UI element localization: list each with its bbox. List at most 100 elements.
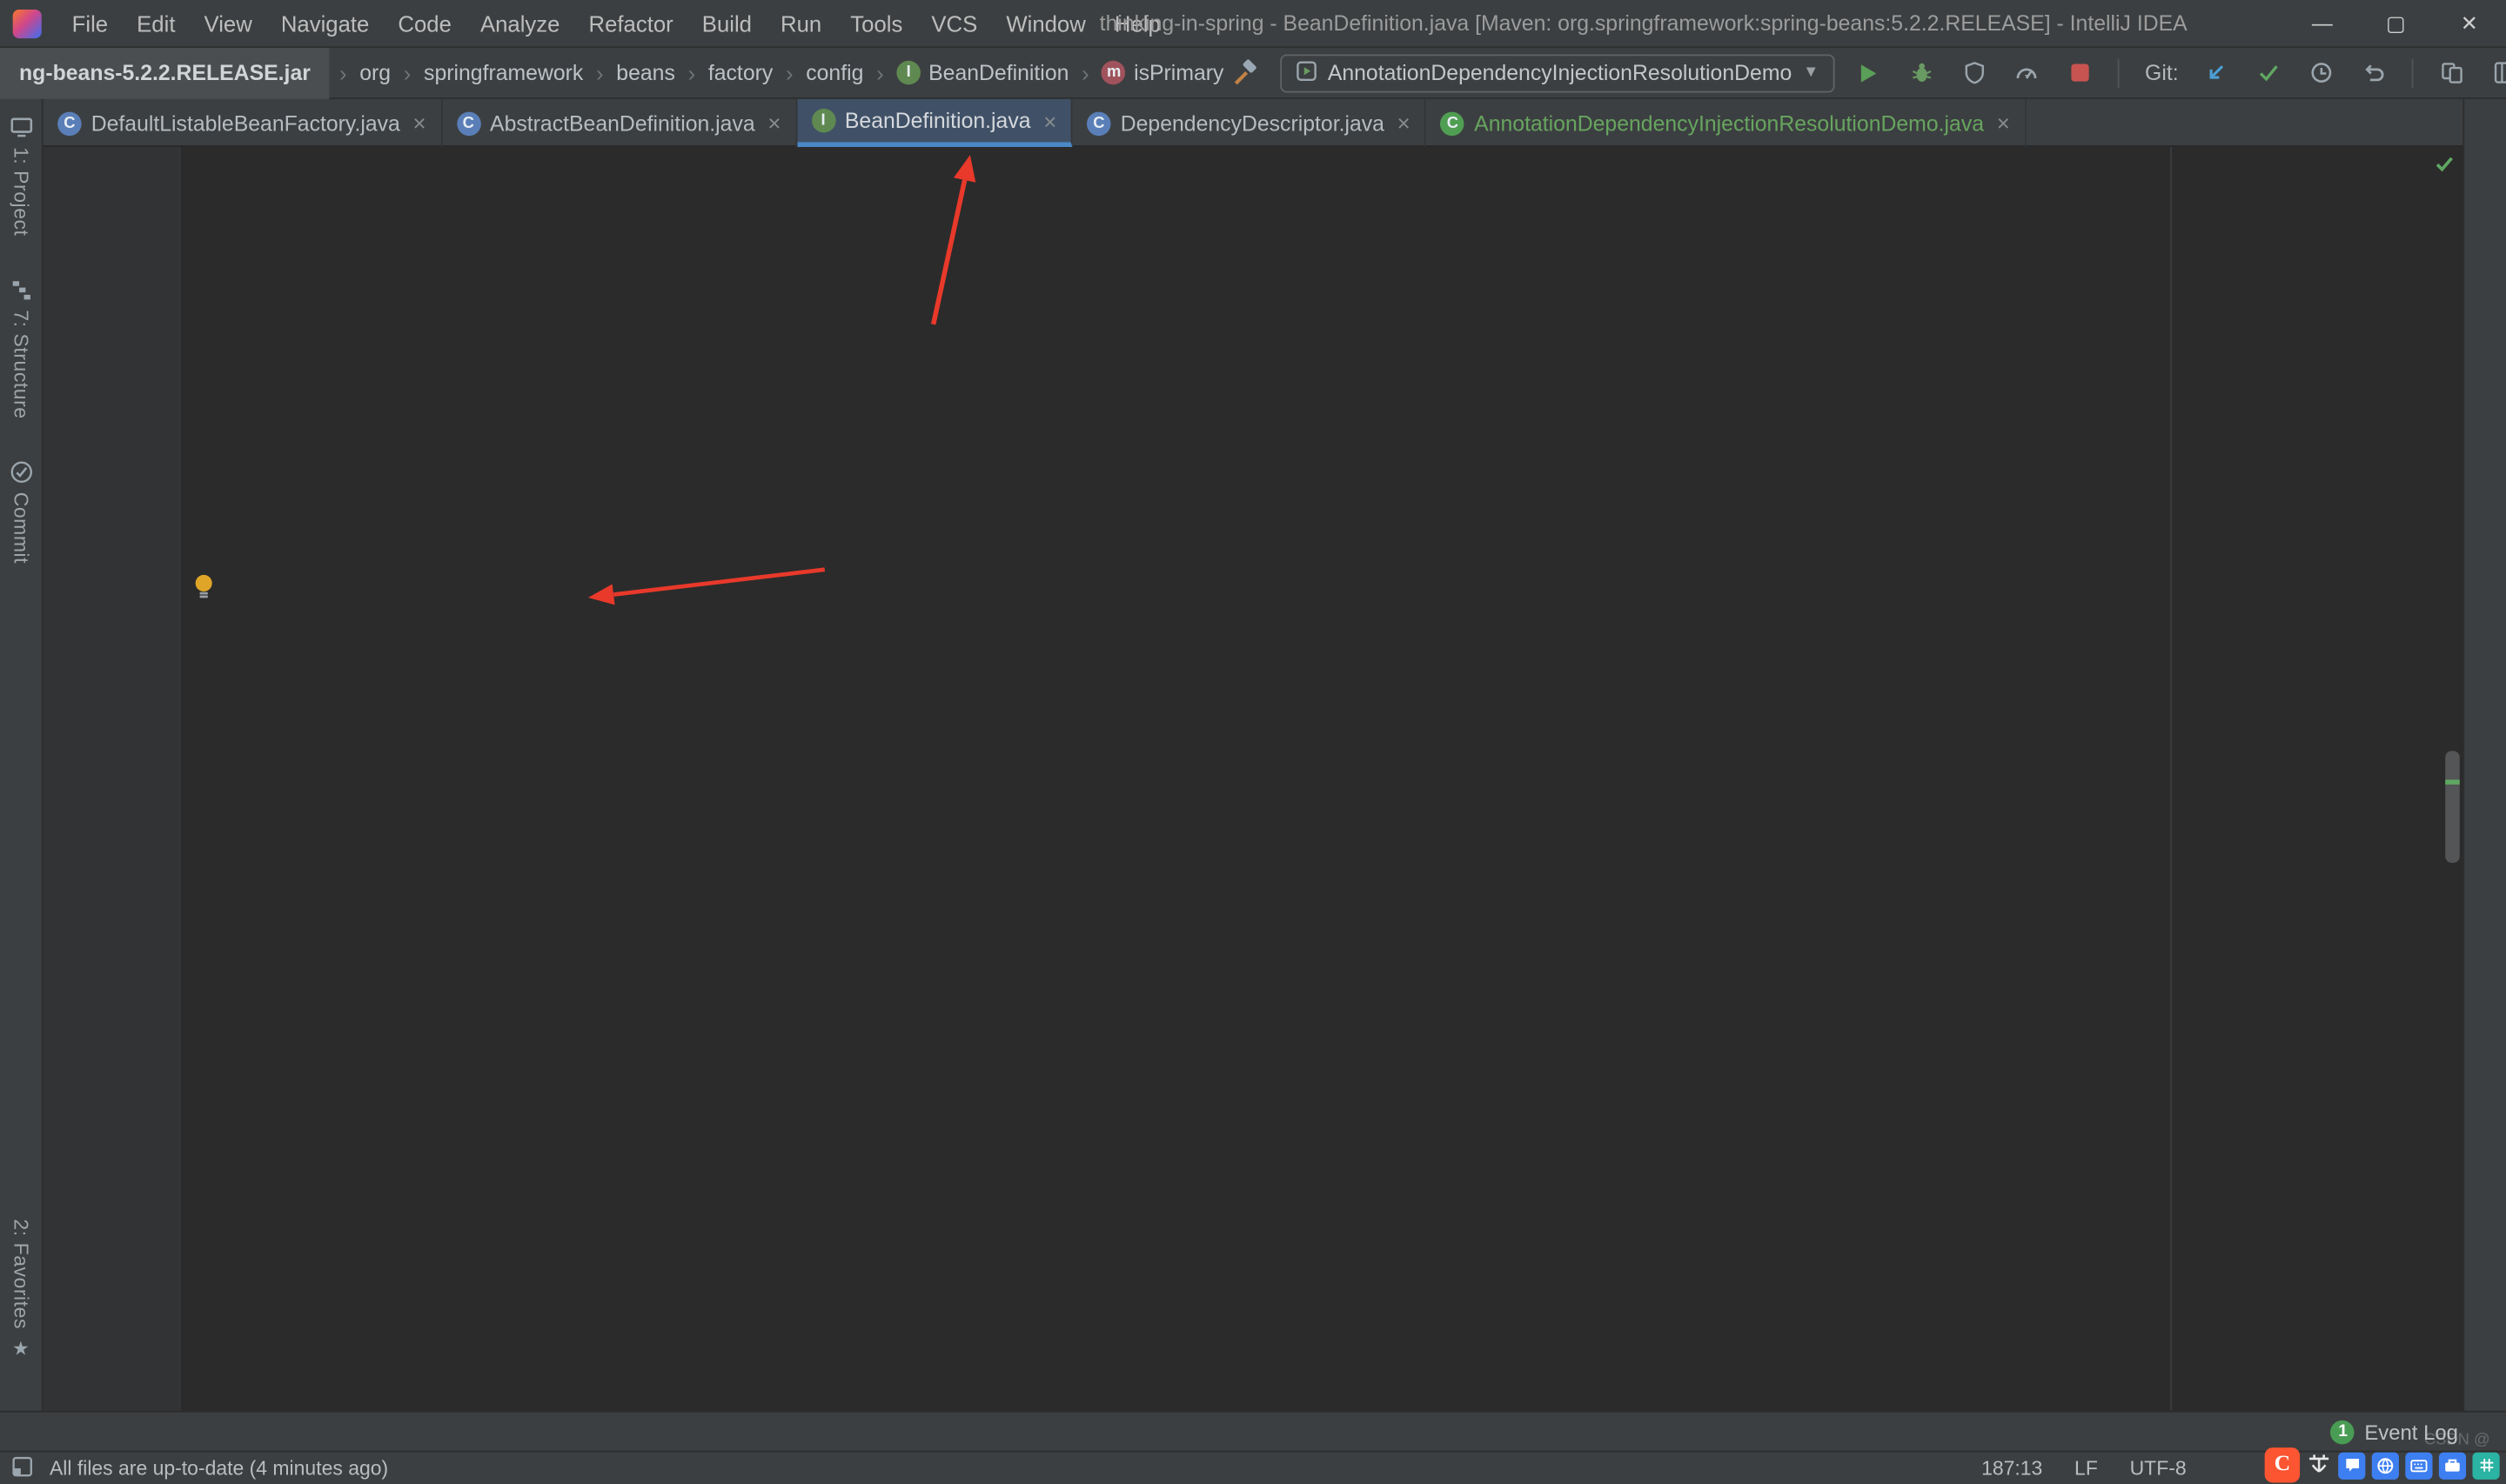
breadcrumb-separator-icon: › (596, 59, 604, 86)
screen: File Edit View Navigate Code Analyze Refactor B… (0, 0, 2506, 1484)
menu-window[interactable]: Window (992, 0, 1101, 47)
breadcrumb-separator-icon: › (785, 59, 794, 86)
breadcrumb-separator-icon: › (1082, 59, 1089, 86)
maximize-button[interactable]: ▢ (2359, 0, 2432, 48)
git-label: Git: (2145, 60, 2179, 85)
commit-icon (9, 460, 33, 485)
main-toolbar: AnnotationDependencyInjectionResolutionD… (1227, 53, 2506, 92)
left-stripe-top: 1: Project 7: Structure Commit (9, 115, 33, 605)
breadcrumb-item[interactable]: config (803, 61, 868, 85)
profiler-button[interactable] (2007, 54, 2046, 92)
ime-chat-icon (2338, 1451, 2366, 1479)
left-stripe-bottom: 2: Favorites ★ (10, 1220, 32, 1401)
structure-icon (9, 277, 33, 302)
ime-grid-icon (2472, 1451, 2500, 1479)
breadcrumb-separator-icon: › (687, 59, 696, 86)
stop-button[interactable] (2060, 54, 2099, 92)
tab-DependencyDescriptor.java[interactable]: C DependencyDescriptor.java × (1073, 98, 1427, 147)
annotation-arrows (587, 155, 976, 605)
csdn-watermark: CSDN @ C (2264, 1432, 2500, 1483)
notification-badge: 1 (2330, 1419, 2355, 1444)
line-separator[interactable]: LF (2074, 1457, 2098, 1480)
menu-vcs[interactable]: VCS (917, 0, 992, 47)
menu-code[interactable]: Code (384, 0, 466, 47)
tab-AnnotationDependencyInjectionResolutionDemo.java[interactable]: C AnnotationDependencyInjectionResolution… (1426, 98, 2027, 147)
history-icon[interactable] (2302, 54, 2340, 92)
build-hammer-icon[interactable] (1227, 54, 1265, 92)
debug-button[interactable] (1902, 54, 1940, 92)
rollback-icon[interactable] (2355, 54, 2393, 92)
close-button[interactable]: ✕ (2433, 0, 2506, 48)
code-area (44, 147, 2463, 161)
menu-file[interactable]: File (57, 0, 123, 47)
status-left: All files are up-to-date (4 minutes ago) (0, 1454, 388, 1481)
inspection-ok-icon[interactable] (2434, 153, 2455, 178)
ime-globe-icon (2371, 1451, 2399, 1479)
close-tab-icon[interactable]: × (1397, 110, 1410, 136)
stripe-label: 2: Favorites (10, 1219, 32, 1330)
intention-bulb-icon[interactable] (191, 572, 218, 606)
tab-BeanDefinition.java[interactable]: I BeanDefinition.java × (796, 98, 1073, 147)
editor-tabs: C DefaultListableBeanFactory.java × C Abstra… (43, 98, 2463, 147)
breadcrumb-item[interactable]: org (357, 61, 394, 85)
menu-tools[interactable]: Tools (836, 0, 917, 47)
menu-view[interactable]: View (190, 0, 266, 47)
run-button[interactable] (1849, 54, 1887, 92)
stripe-item-2-favorites[interactable]: 2: Favorites ★ (10, 1220, 32, 1360)
run-configuration-selector[interactable]: AnnotationDependencyInjectionResolutionD… (1279, 53, 1835, 92)
close-tab-icon[interactable]: × (767, 110, 781, 136)
breadcrumb-member-label: isPrimary (1134, 60, 1224, 85)
breadcrumb-item[interactable]: beans (613, 61, 679, 85)
tab-DefaultListableBeanFactory.java[interactable]: C DefaultListableBeanFactory.java × (44, 98, 442, 147)
occurrence-stripe-mark (2445, 779, 2460, 785)
tab-AbstractBeanDefinition.java[interactable]: C AbstractBeanDefinition.java × (442, 98, 797, 147)
editor-scrollbar-thumb[interactable] (2445, 751, 2460, 863)
left-tool-stripe: 1: Project 7: Structure Commit 2: Favorite… (0, 98, 44, 1411)
close-tab-icon[interactable]: × (413, 110, 426, 136)
breadcrumb-member[interactable]: m isPrimary (1099, 60, 1227, 85)
menu-navigate[interactable]: Navigate (266, 0, 384, 47)
menu-run[interactable]: Run (767, 0, 836, 47)
intellij-logo-icon (12, 9, 42, 38)
close-tab-icon[interactable]: × (1043, 108, 1056, 133)
breadcrumb-root[interactable]: ng-beans-5.2.2.RELEASE.jar (0, 47, 330, 98)
class-icon: C (1087, 110, 1111, 136)
tab-label: AbstractBeanDefinition.java (490, 110, 755, 136)
editor[interactable] (43, 146, 2463, 1411)
close-tab-icon[interactable]: × (1997, 110, 2010, 136)
stripe-label: 1: Project (10, 146, 32, 237)
title-bar: File Edit View Navigate Code Analyze Refactor B… (0, 0, 2506, 49)
breadcrumbs: › org › springframework › beans › factory › confi… (330, 60, 1227, 85)
watermark-text: CSDN @ (2423, 1431, 2490, 1449)
window-title: thinking-in-spring - BeanDefinition.java… (1099, 10, 2188, 36)
coverage-button[interactable] (1954, 54, 1993, 92)
breadcrumb-item[interactable]: springframework (420, 61, 586, 85)
toolbar-divider (2411, 58, 2414, 88)
interface-icon: I (896, 60, 921, 85)
breadcrumb-separator-icon: › (876, 59, 884, 86)
stripe-item-7-structure[interactable]: 7: Structure (9, 277, 33, 418)
file-encoding[interactable]: UTF-8 (2130, 1457, 2187, 1480)
menu-analyze[interactable]: Analyze (466, 0, 574, 47)
vcs-status-message[interactable]: All files are up-to-date (4 minutes ago) (50, 1457, 388, 1480)
breadcrumb-class[interactable]: I BeanDefinition (894, 60, 1072, 85)
minimize-button[interactable]: — (2286, 0, 2359, 48)
ime-toolbox-icon (2438, 1451, 2467, 1479)
git-update-icon[interactable] (2196, 54, 2235, 92)
tab-label: DefaultListableBeanFactory.java (90, 110, 400, 136)
toolbar-divider (2117, 58, 2120, 88)
menu-build[interactable]: Build (687, 0, 766, 47)
layout-windows-icon[interactable] (2485, 54, 2506, 92)
caret-position[interactable]: 187:13 (1981, 1457, 2042, 1480)
ime-language-icon (2306, 1450, 2331, 1481)
breadcrumb-item[interactable]: factory (705, 61, 776, 85)
toolwindow-switcher-icon[interactable] (11, 1454, 34, 1481)
project-icon (9, 115, 33, 139)
menu-edit[interactable]: Edit (123, 0, 190, 47)
menu-refactor[interactable]: Refactor (574, 0, 687, 47)
stripe-item-commit[interactable]: Commit (9, 460, 33, 564)
star-icon: ★ (11, 1337, 30, 1360)
stripe-item-1-project[interactable]: 1: Project (9, 115, 33, 236)
diff-icon[interactable] (2433, 54, 2471, 92)
git-commit-icon[interactable] (2248, 54, 2287, 92)
